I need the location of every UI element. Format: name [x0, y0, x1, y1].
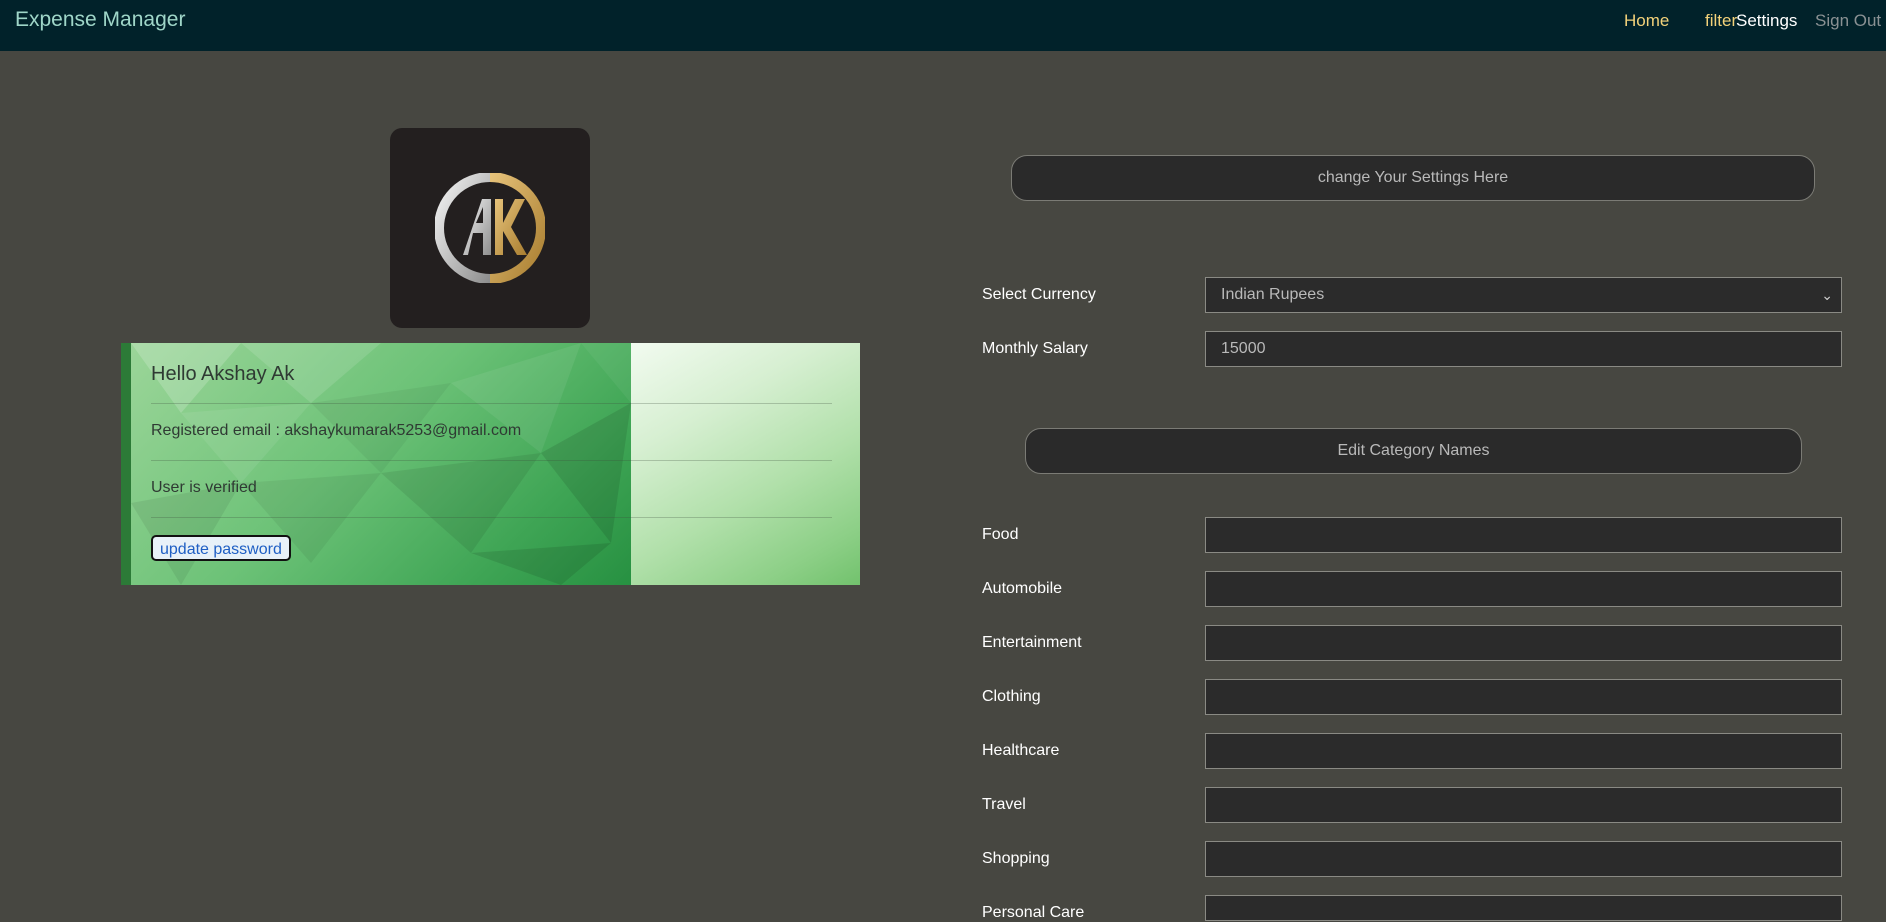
divider — [151, 517, 832, 518]
category-label-personal-care: Personal Care — [982, 904, 1085, 921]
category-input-travel[interactable] — [1205, 787, 1842, 823]
category-input-entertainment[interactable] — [1205, 625, 1842, 661]
nav-filter-link[interactable]: filter — [1705, 11, 1737, 31]
divider — [151, 460, 832, 461]
currency-selected-value: Indian Rupees — [1221, 286, 1325, 303]
category-input-shopping[interactable] — [1205, 841, 1842, 877]
nav-settings-link[interactable]: Settings — [1736, 11, 1797, 31]
category-label-food: Food — [982, 526, 1019, 543]
currency-select[interactable]: Indian Rupees ⌄ — [1205, 277, 1842, 313]
category-input-clothing[interactable] — [1205, 679, 1842, 715]
profile-card: Hello Akshay Ak Registered email : aksha… — [121, 343, 860, 585]
category-label-clothing: Clothing — [982, 688, 1041, 705]
currency-label: Select Currency — [982, 286, 1096, 303]
ak-logo-icon — [435, 173, 545, 283]
category-label-travel: Travel — [982, 796, 1026, 813]
update-password-button[interactable]: update password — [151, 535, 291, 561]
category-label-shopping: Shopping — [982, 850, 1050, 867]
category-header: Edit Category Names — [1025, 428, 1802, 474]
category-input-food[interactable] — [1205, 517, 1842, 553]
chevron-down-icon: ⌄ — [1821, 287, 1833, 303]
settings-header: change Your Settings Here — [1011, 155, 1815, 201]
category-label-automobile: Automobile — [982, 580, 1063, 597]
card-side-panel — [631, 343, 860, 585]
category-label-healthcare: Healthcare — [982, 742, 1060, 759]
verification-status: User is verified — [151, 479, 257, 496]
navbar: Expense Manager Home filter Settings Sig… — [0, 0, 1886, 51]
nav-home-link[interactable]: Home — [1624, 11, 1669, 31]
brand-title[interactable]: Expense Manager — [15, 8, 185, 32]
category-input-healthcare[interactable] — [1205, 733, 1842, 769]
profile-email: Registered email : akshaykumarak5253@gma… — [151, 422, 522, 439]
profile-greeting: Hello Akshay Ak — [151, 363, 295, 385]
card-accent-strip — [121, 343, 131, 585]
divider — [151, 403, 832, 404]
category-input-automobile[interactable] — [1205, 571, 1842, 607]
category-input-personal-care[interactable] — [1205, 895, 1842, 921]
category-label-entertainment: Entertainment — [982, 634, 1082, 651]
salary-label: Monthly Salary — [982, 340, 1088, 357]
avatar — [390, 128, 590, 328]
nav-signout-link[interactable]: Sign Out — [1815, 11, 1881, 31]
salary-input[interactable]: 15000 — [1205, 331, 1842, 367]
